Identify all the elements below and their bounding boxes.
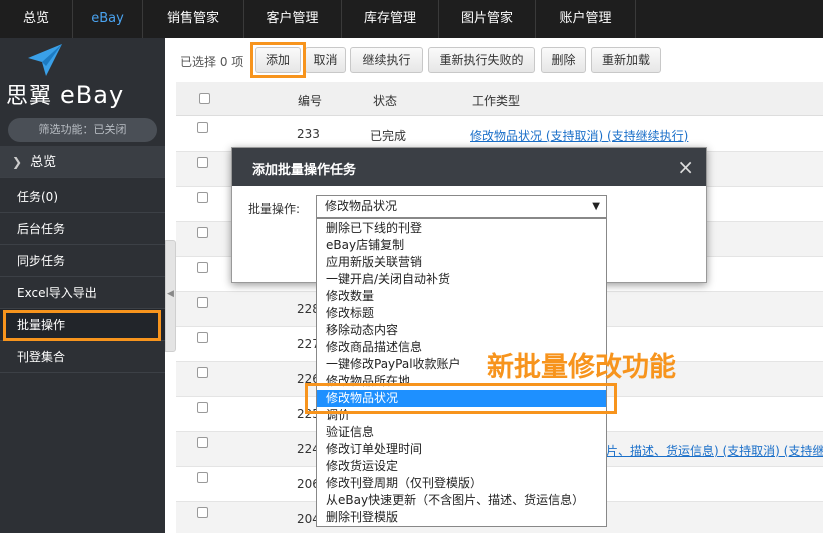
callout-annotation: 新批量修改功能 — [487, 352, 676, 383]
dropdown-option[interactable]: 删除已下线的刊登 — [317, 220, 606, 237]
close-icon[interactable]: × — [677, 155, 694, 179]
sidebar: 思翼 eBay 筛选功能：已关闭 ❯ 总览 任务(0) 后台任务 同步任务 Exce… — [0, 38, 165, 533]
nav-account-management[interactable]: 账户管理 — [536, 0, 636, 38]
sidebar-item-sync-tasks[interactable]: 同步任务 — [0, 245, 165, 277]
row-work-type-link[interactable]: 片、描述、货运信息) (支持取消) (支持继 — [606, 442, 823, 459]
dropdown-option[interactable]: 应用新版关联营销 — [317, 254, 606, 271]
column-header-id[interactable]: 编号 — [298, 92, 322, 109]
brand-name-ebay: eBay — [60, 81, 125, 109]
highlight-box-add-button — [250, 42, 306, 78]
selected-count: 已选择 0 项 — [180, 55, 244, 69]
batch-operation-label: 批量操作: — [248, 202, 301, 216]
nav-customer-management[interactable]: 客户管理 — [244, 0, 342, 38]
nav-overview[interactable]: 总览 — [0, 0, 73, 38]
column-header-status[interactable]: 状态 — [373, 92, 397, 109]
dialog-header: 添加批量操作任务 × — [232, 148, 706, 186]
sidebar-item-overview[interactable]: ❯ 总览 — [0, 146, 165, 178]
filter-status-pill[interactable]: 筛选功能：已关闭 — [8, 118, 157, 142]
dropdown-option[interactable]: 修改刊登周期（仅刊登模版） — [317, 475, 606, 492]
table-header: 编号 状态 工作类型 — [176, 82, 823, 116]
dropdown-option[interactable]: 一键开启/关闭自动补货 — [317, 271, 606, 288]
sidebar-item-tasks[interactable]: 任务(0) — [0, 181, 165, 213]
continue-execution-button[interactable]: 继续执行 — [350, 47, 423, 73]
row-checkbox[interactable] — [197, 122, 208, 133]
row-checkbox[interactable] — [197, 297, 208, 308]
dropdown-option[interactable]: 修改数量 — [317, 288, 606, 305]
batch-operation-select[interactable]: 修改物品状况 ▼ — [316, 195, 607, 218]
dropdown-option[interactable]: 修改标题 — [317, 305, 606, 322]
logo: 思翼 eBay — [0, 38, 165, 112]
row-checkbox[interactable] — [197, 437, 208, 448]
row-work-type-link[interactable]: 修改物品状况 (支持取消) (支持继续执行) — [470, 127, 688, 144]
row-checkbox[interactable] — [197, 157, 208, 168]
top-nav: 总览 eBay 销售管家 客户管理 库存管理 图片管家 账户管理 — [0, 0, 823, 38]
highlight-box-selected-option — [305, 383, 617, 414]
row-checkbox[interactable] — [197, 227, 208, 238]
chevron-left-icon: ◀ — [167, 289, 174, 299]
row-checkbox[interactable] — [197, 507, 208, 518]
nav-sales-manager[interactable]: 销售管家 — [143, 0, 244, 38]
sidebar-item-listing-collection[interactable]: 刊登集合 — [0, 341, 165, 373]
row-id: 233 — [297, 127, 320, 141]
chevron-right-icon: ❯ — [12, 155, 23, 169]
sidebar-collapse-handle[interactable]: ◀ — [165, 240, 176, 352]
nav-inventory-management[interactable]: 库存管理 — [342, 0, 439, 38]
paper-plane-icon — [28, 44, 62, 76]
reload-button[interactable]: 重新加载 — [591, 47, 661, 73]
dropdown-option[interactable]: 验证信息 — [317, 424, 606, 441]
caret-down-icon: ▼ — [592, 201, 600, 212]
row-checkbox[interactable] — [197, 262, 208, 273]
toolbar: 已选择 0 项 添加 取消 继续执行 重新执行失败的 删除 重新加载 — [176, 38, 823, 82]
dropdown-option[interactable]: 从eBay快速更新（不含图片、描述、货运信息） — [317, 492, 606, 509]
nav-image-manager[interactable]: 图片管家 — [439, 0, 536, 38]
dropdown-option[interactable]: 修改订单处理时间 — [317, 441, 606, 458]
dropdown-option[interactable]: eBay店铺复制 — [317, 237, 606, 254]
row-checkbox[interactable] — [197, 402, 208, 413]
dropdown-option[interactable]: 删除刊登模版 — [317, 509, 606, 526]
brand-name-cn: 思翼 — [6, 84, 53, 109]
cancel-button[interactable]: 取消 — [305, 47, 346, 73]
select-all-checkbox[interactable] — [199, 93, 210, 104]
dialog-title: 添加批量操作任务 — [252, 163, 357, 178]
delete-button[interactable]: 删除 — [541, 47, 586, 73]
dropdown-option[interactable]: 移除动态内容 — [317, 322, 606, 339]
sidebar-item-background-tasks[interactable]: 后台任务 — [0, 213, 165, 245]
row-status: 已完成 — [370, 129, 407, 143]
dropdown-option[interactable]: 修改货运设定 — [317, 458, 606, 475]
row-checkbox[interactable] — [197, 367, 208, 378]
sidebar-item-excel-import-export[interactable]: Excel导入导出 — [0, 277, 165, 309]
row-checkbox[interactable] — [197, 332, 208, 343]
select-value: 修改物品状况 — [325, 199, 398, 213]
sidebar-item-label: 总览 — [30, 155, 57, 170]
retry-failed-button[interactable]: 重新执行失败的 — [428, 47, 535, 73]
highlight-box-batch-operations — [3, 310, 161, 341]
row-checkbox[interactable] — [197, 192, 208, 203]
row-checkbox[interactable] — [197, 472, 208, 483]
nav-ebay[interactable]: eBay — [73, 0, 143, 38]
column-header-work-type[interactable]: 工作类型 — [472, 92, 520, 109]
